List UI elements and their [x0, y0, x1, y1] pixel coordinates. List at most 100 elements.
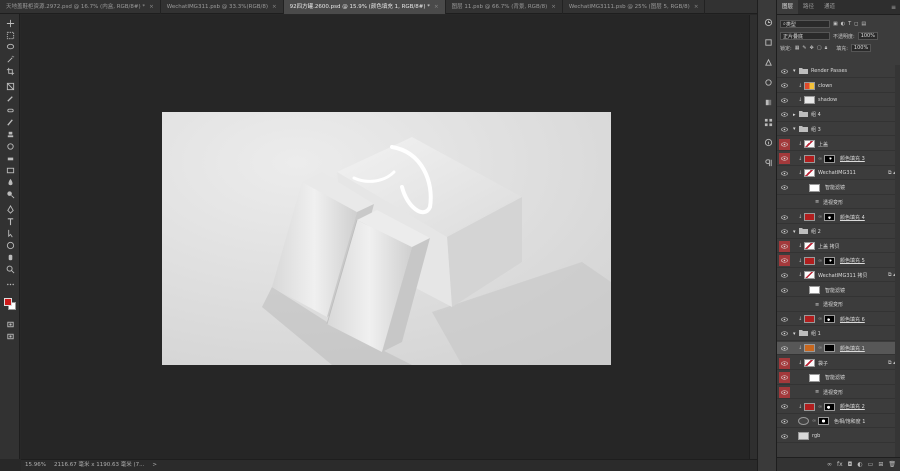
visibility-eye-icon[interactable] [779, 226, 790, 237]
visibility-eye-icon[interactable] [779, 270, 790, 281]
trash-icon[interactable]: 🗑︎ [888, 461, 896, 468]
panel-tab[interactable]: 路径 [798, 0, 819, 14]
layer-group-row[interactable]: ▾ 组 1 [777, 328, 900, 341]
canvas-workspace[interactable] [21, 15, 749, 459]
layers-scrollbar[interactable] [895, 65, 900, 457]
history-icon[interactable] [758, 12, 778, 32]
layer-mask-thumbnail[interactable] [824, 256, 835, 265]
visibility-eye-icon[interactable] [779, 357, 790, 369]
visibility-eye-icon[interactable] [779, 431, 790, 442]
layer-row[interactable]: ≡ 透视变形 [777, 299, 900, 312]
shape-icon[interactable] [0, 239, 20, 251]
layer-row[interactable]: ↓ ∞ 颜色填充 5 [777, 255, 900, 268]
link-icon[interactable]: ∞ [818, 258, 822, 264]
layer-group-row[interactable]: ▾ 组 2 [777, 226, 900, 239]
layer-row[interactable]: ↓ 袋子 ⧉ ▴ [777, 357, 900, 370]
panel-tab[interactable]: 通道 [819, 0, 840, 14]
link-icon[interactable]: ∞ [812, 418, 816, 424]
filter-options-icon[interactable]: ≡ [815, 389, 819, 395]
link-icon[interactable]: ∞ [818, 316, 822, 322]
link-icon[interactable]: ∞ [818, 404, 822, 410]
visibility-eye-icon[interactable] [779, 386, 790, 398]
layer-thumbnail[interactable] [804, 402, 815, 411]
layer-mask-thumbnail[interactable] [824, 315, 835, 324]
layer-mask-thumbnail[interactable] [818, 417, 829, 426]
visibility-eye-icon[interactable] [779, 153, 790, 165]
link-icon[interactable]: ∞ [818, 156, 822, 162]
layer-group-row[interactable]: ▾ 组 3 [777, 123, 900, 137]
layer-row[interactable]: 智能滤镜 [777, 182, 900, 195]
foreground-color[interactable] [4, 298, 12, 306]
stamp-icon[interactable] [0, 128, 20, 140]
layer-group-row[interactable]: ▾ Render Passes [777, 65, 900, 78]
blend-mode-select[interactable]: 正片叠底 [780, 32, 830, 40]
marquee-icon[interactable] [0, 29, 20, 41]
fill-field[interactable]: 100% [850, 44, 871, 52]
document-tab[interactable]: 天地盖鞋柜资源.2972.psd @ 16.7% (内盒, RGB/8#) * × [0, 0, 161, 14]
lock-pixels-icon[interactable]: ▦ [795, 45, 800, 51]
opacity-field[interactable]: 100% [857, 32, 878, 40]
close-icon[interactable]: × [272, 4, 277, 10]
lock-all-icon[interactable]: 🔒︎ [825, 45, 828, 51]
libraries-icon[interactable] [758, 72, 778, 92]
document-tab[interactable]: WechatIMG3111.psb @ 25% (图层 5, RGB/8) × [563, 0, 706, 14]
crop-icon[interactable] [0, 65, 20, 77]
chevron-down-icon[interactable]: ▾ [793, 331, 796, 337]
visibility-eye-icon[interactable] [779, 372, 790, 384]
visibility-eye-icon[interactable] [779, 343, 790, 354]
gradient-icon[interactable] [0, 164, 20, 176]
layer-thumbnail[interactable] [804, 271, 815, 280]
close-icon[interactable]: × [694, 4, 699, 10]
layer-thumbnail[interactable] [804, 242, 815, 251]
layer-row[interactable]: ↓ WechatIMG311 拷贝 ⧉ ▴ [777, 269, 900, 283]
visibility-eye-icon[interactable] [779, 255, 790, 267]
magic-wand-icon[interactable] [0, 53, 20, 65]
layer-row[interactable]: ↓ clown [777, 80, 900, 93]
visibility-eye-icon[interactable] [779, 182, 790, 193]
paragraph-icon[interactable] [758, 152, 778, 172]
layer-thumbnail[interactable] [804, 140, 815, 148]
visibility-eye-icon[interactable] [779, 314, 790, 325]
brush-icon[interactable] [0, 116, 20, 128]
smart-filter-mask-thumbnail[interactable] [809, 183, 820, 192]
layer-row[interactable]: ↓ shadow [777, 94, 900, 108]
chevron-down-icon[interactable]: ▾ [793, 229, 796, 235]
layer-row[interactable]: ↓ ∞ 颜色填充 6 [777, 313, 900, 327]
new-layer-icon[interactable]: ⊞ [878, 461, 883, 468]
layer-row[interactable]: ↓ 上盖 拷贝 [777, 240, 900, 254]
more-icon[interactable] [0, 278, 20, 290]
chevron-down-icon[interactable]: ▾ [793, 126, 796, 132]
lock-paint-icon[interactable]: ✎ [802, 45, 806, 51]
blur-icon[interactable] [0, 176, 20, 188]
filter-adjust-icon[interactable]: ◐ [841, 21, 845, 27]
healing-icon[interactable] [0, 104, 20, 116]
color-icon[interactable] [758, 92, 778, 112]
info-icon[interactable] [758, 132, 778, 152]
document-canvas[interactable] [162, 112, 611, 365]
group-icon[interactable]: ▭ [868, 461, 874, 468]
zoom-readout[interactable]: 15.96% [25, 460, 46, 471]
layer-row[interactable]: 智能滤镜 [777, 284, 900, 297]
layer-thumbnail[interactable] [798, 432, 809, 440]
close-icon[interactable]: × [434, 4, 439, 10]
visibility-eye-icon[interactable] [779, 109, 790, 120]
layer-thumbnail[interactable] [804, 359, 815, 367]
layer-row[interactable]: ↓ 上盖 [777, 138, 900, 151]
quick-mask-icon[interactable] [0, 318, 20, 330]
layer-mask-thumbnail[interactable] [824, 154, 835, 163]
hand-icon[interactable] [0, 251, 20, 263]
lock-artboard-icon[interactable]: ▢ [817, 45, 822, 51]
layer-row[interactable]: ≡ 透视变形 [777, 196, 900, 210]
pen-icon[interactable] [0, 203, 20, 215]
type-icon[interactable] [0, 215, 20, 227]
filter-shape-icon[interactable]: ◻ [854, 21, 858, 27]
visibility-eye-icon[interactable] [779, 416, 790, 427]
properties-icon[interactable] [758, 32, 778, 52]
visibility-eye-icon[interactable] [779, 212, 790, 223]
layer-row[interactable]: ↓ ∞ 颜色填充 4 [777, 211, 900, 224]
history-brush-icon[interactable] [0, 140, 20, 152]
layer-mask-thumbnail[interactable] [824, 213, 835, 221]
layer-row[interactable]: ↓ ∞ 颜色填充 3 [777, 153, 900, 166]
layer-row[interactable]: ≡ 透视变形 [777, 386, 900, 400]
frame-icon[interactable] [0, 80, 20, 92]
